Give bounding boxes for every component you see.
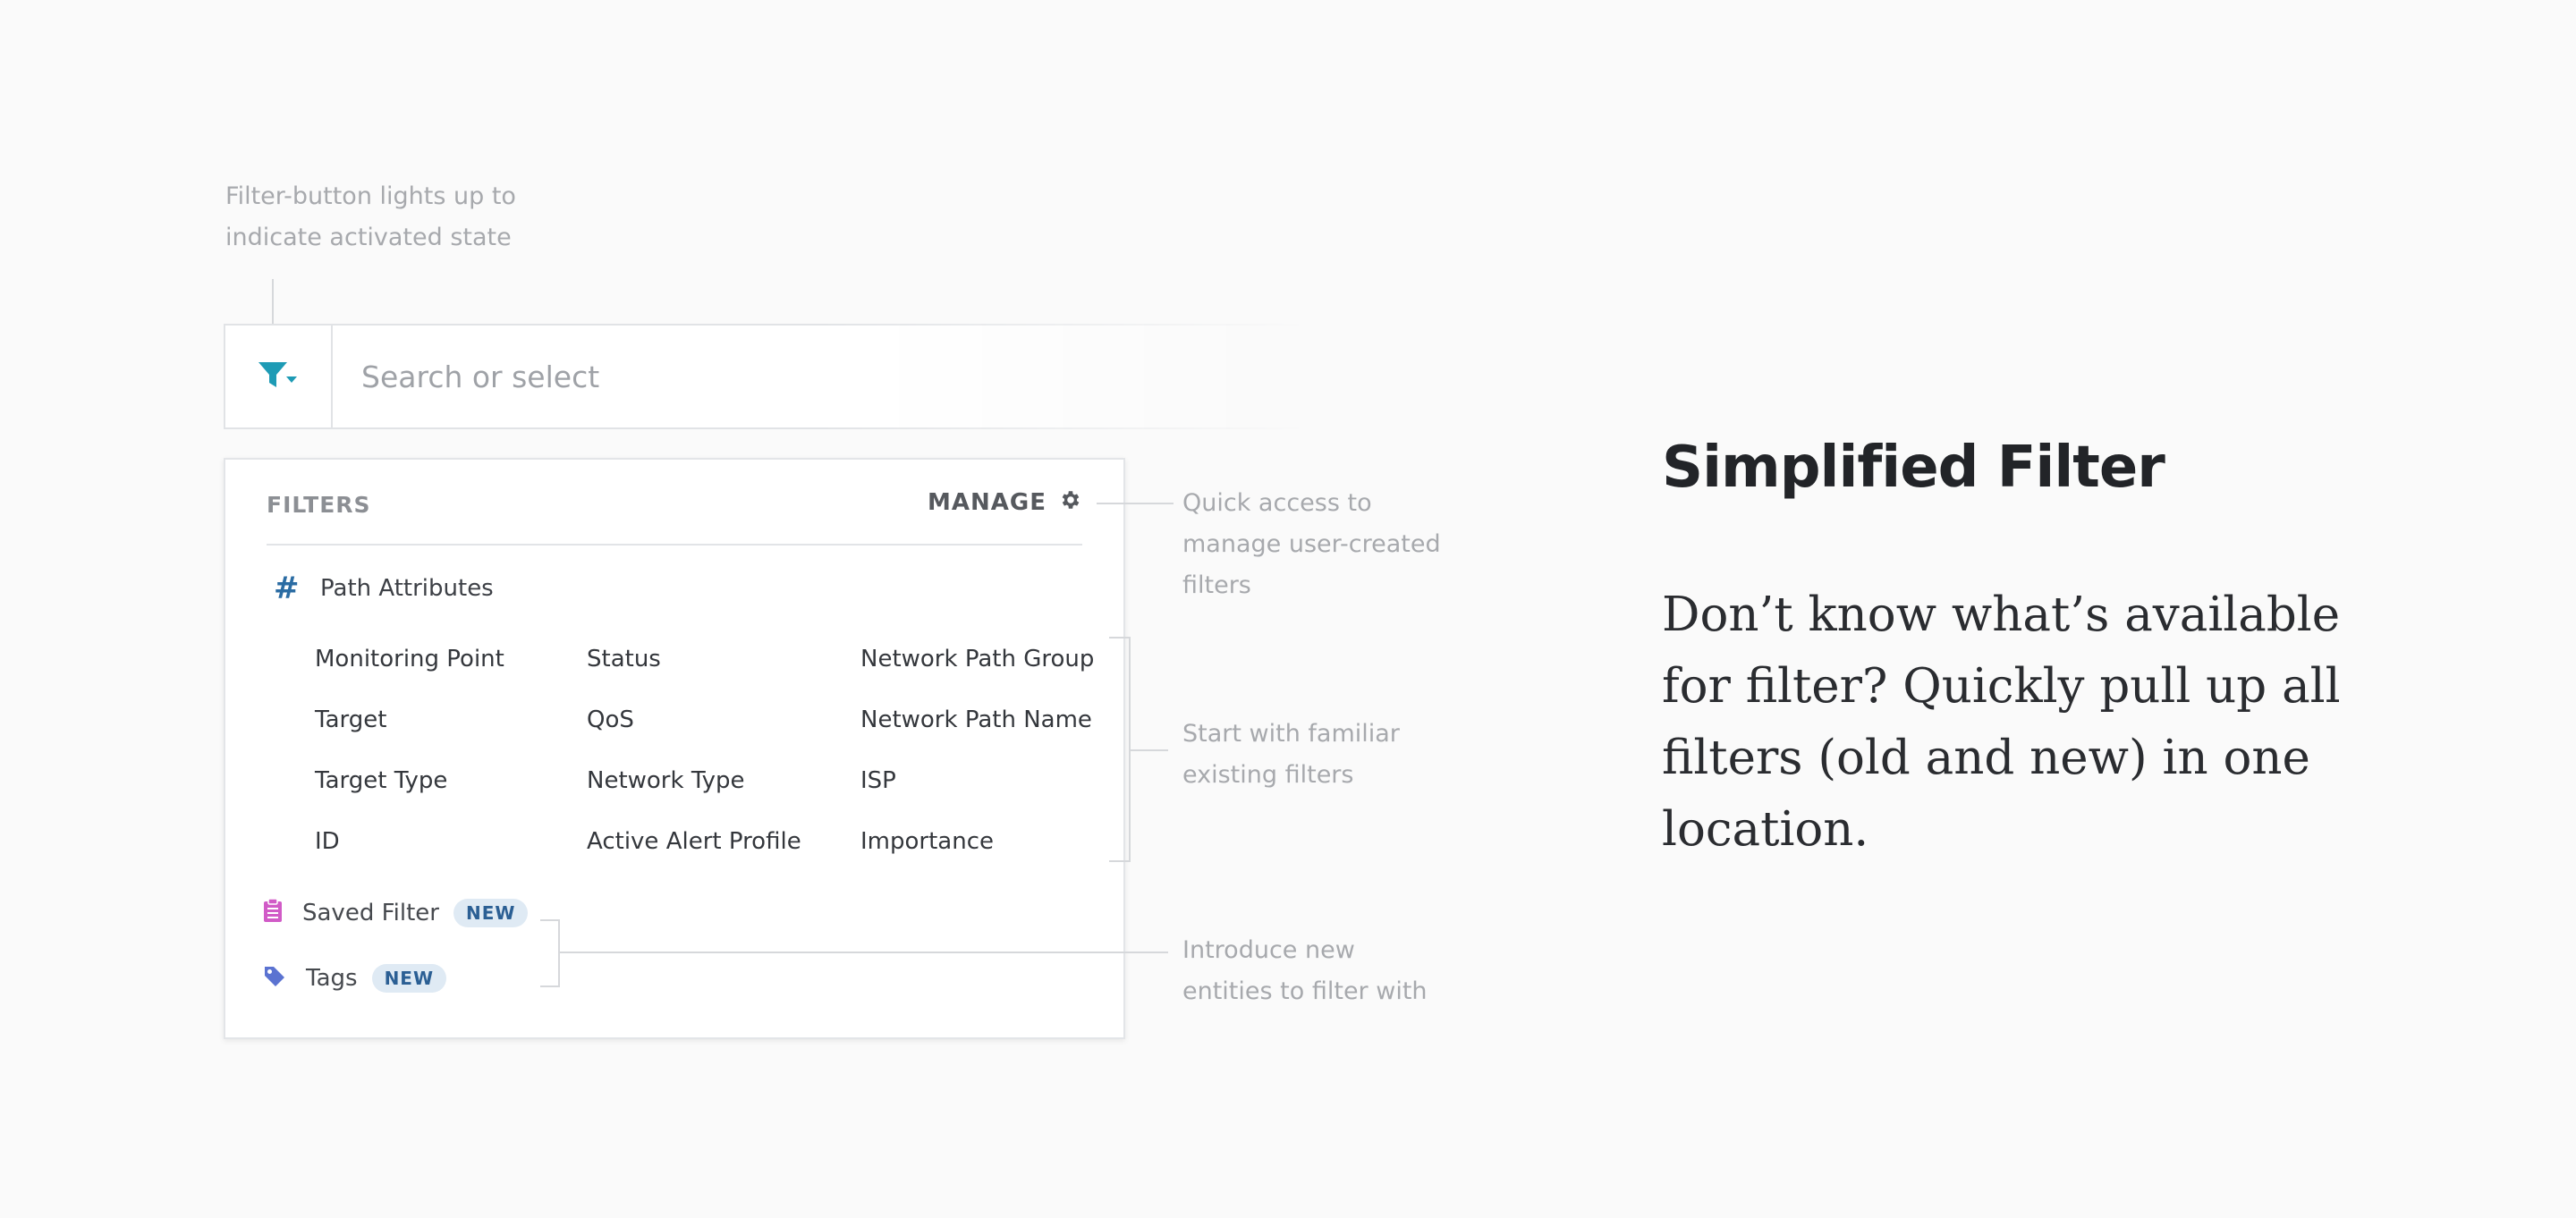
hash-icon: # [274, 571, 300, 606]
filter-option-qos[interactable]: QoS [587, 706, 634, 733]
entity-saved-filter[interactable]: Saved Filter NEW [263, 898, 529, 927]
clipboard-icon [263, 898, 283, 927]
manage-label: MANAGE [928, 488, 1046, 516]
gear-icon [1059, 488, 1082, 516]
section-label: Path Attributes [320, 575, 494, 602]
filters-heading: FILTERS [267, 492, 371, 518]
filter-button-annotation: Filter-button lights up to indicate acti… [225, 182, 516, 251]
new-entities-annotation: Introduce new entities to filter with [1182, 936, 1428, 1005]
filter-option-network-path-group[interactable]: Network Path Group [860, 646, 1094, 672]
existing-filters-annotation: Start with familiar existing filters [1182, 720, 1400, 789]
tag-icon [263, 965, 286, 993]
filter-button-annotation-line [272, 279, 274, 324]
filter-option-monitoring-point[interactable]: Monitoring Point [315, 646, 504, 672]
filter-option-network-type[interactable]: Network Type [587, 767, 745, 794]
feature-title: Simplified Filter [1662, 435, 2165, 501]
filter-option-id[interactable]: ID [315, 828, 340, 855]
filter-option-target[interactable]: Target [315, 706, 386, 733]
filter-option-active-alert-profile[interactable]: Active Alert Profile [587, 828, 801, 855]
path-attributes-header: # Path Attributes [274, 571, 494, 606]
saved-filter-label: Saved Filter [302, 899, 439, 926]
entity-tags[interactable]: Tags NEW [263, 964, 447, 993]
filter-option-target-type[interactable]: Target Type [315, 767, 447, 794]
new-badge: NEW [453, 898, 529, 927]
filter-button[interactable] [225, 326, 333, 427]
feature-description: Don’t know what’s available for filter? … [1662, 588, 2341, 857]
manage-filters-button[interactable]: MANAGE [928, 488, 1082, 516]
filter-option-isp[interactable]: ISP [860, 767, 896, 794]
filter-option-network-path-name[interactable]: Network Path Name [860, 706, 1092, 733]
new-entities-annotation-line [558, 952, 1168, 953]
filter-option-importance[interactable]: Importance [860, 828, 994, 855]
tags-label: Tags [306, 965, 358, 992]
search-bar [224, 324, 1308, 429]
new-badge: NEW [371, 964, 447, 993]
manage-annotation-line [1097, 503, 1174, 504]
filter-option-status[interactable]: Status [587, 646, 661, 672]
filter-funnel-dropdown-icon [257, 359, 300, 394]
search-input[interactable] [361, 326, 1166, 427]
existing-filters-annotation-line [1129, 749, 1168, 751]
new-entities-bracket [540, 919, 560, 987]
existing-filters-bracket [1109, 637, 1131, 862]
manage-annotation: Quick access to manage user-created filt… [1182, 489, 1441, 599]
panel-divider [267, 544, 1082, 546]
